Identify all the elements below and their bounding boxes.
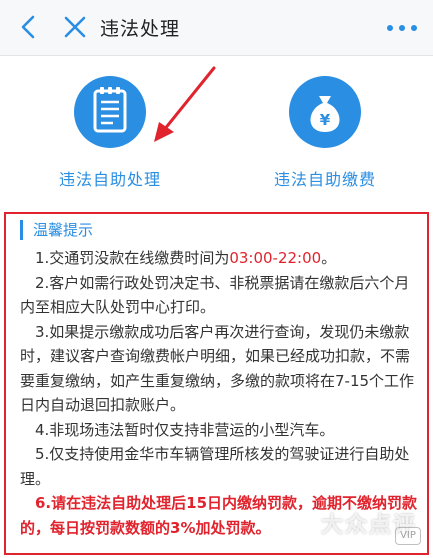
notice-box: 温馨提示 1.交通罚没款在线缴费时间为03:00-22:00。 2.客户如需行政…	[4, 212, 429, 555]
app-header: 违法处理	[0, 0, 433, 56]
notice-item-1-text: 1.交通罚没款在线缴费时间为	[35, 249, 230, 267]
page-title: 违法处理	[100, 18, 181, 40]
more-menu-icon[interactable]	[385, 22, 419, 34]
document-icon	[74, 76, 146, 148]
notice-item-1-suffix: 。	[321, 249, 337, 267]
notice-item-4: 4.非现场违法暂时仅支持非营运的小型汽车。	[35, 420, 335, 439]
notice-heading: 温馨提示	[20, 220, 419, 240]
notice-item-5: 5.仅支持使用金华市车辆管理所核发的驾驶证进行自助处理。	[20, 445, 410, 488]
vip-badge: VIP	[395, 527, 421, 545]
payment-time-window: 03:00-22:00	[229, 249, 322, 267]
back-arrow-icon[interactable]	[14, 12, 44, 42]
notice-item-3: 3.如果提示缴款成功后客户再次进行查询，发现仍未缴款时，建议客户查询缴费帐户明细…	[20, 322, 415, 415]
self-service-payment-button[interactable]: ¥ 违法自助缴费	[245, 76, 405, 190]
self-service-payment-label: 违法自助缴费	[273, 170, 376, 189]
annotation-arrow-icon	[154, 66, 216, 142]
notice-item-1: 1.交通罚没款在线缴费时间为03:00-22:00。	[20, 246, 419, 271]
self-service-handling-label: 违法自助处理	[58, 170, 161, 189]
notice-item-2: 2.客户如需行政处罚决定书、非税票据请在缴款后六个月内至相应大队处罚中心打印。	[20, 273, 410, 317]
close-icon[interactable]	[60, 12, 90, 42]
money-bag-icon: ¥	[289, 76, 361, 148]
svg-text:¥: ¥	[320, 111, 331, 129]
